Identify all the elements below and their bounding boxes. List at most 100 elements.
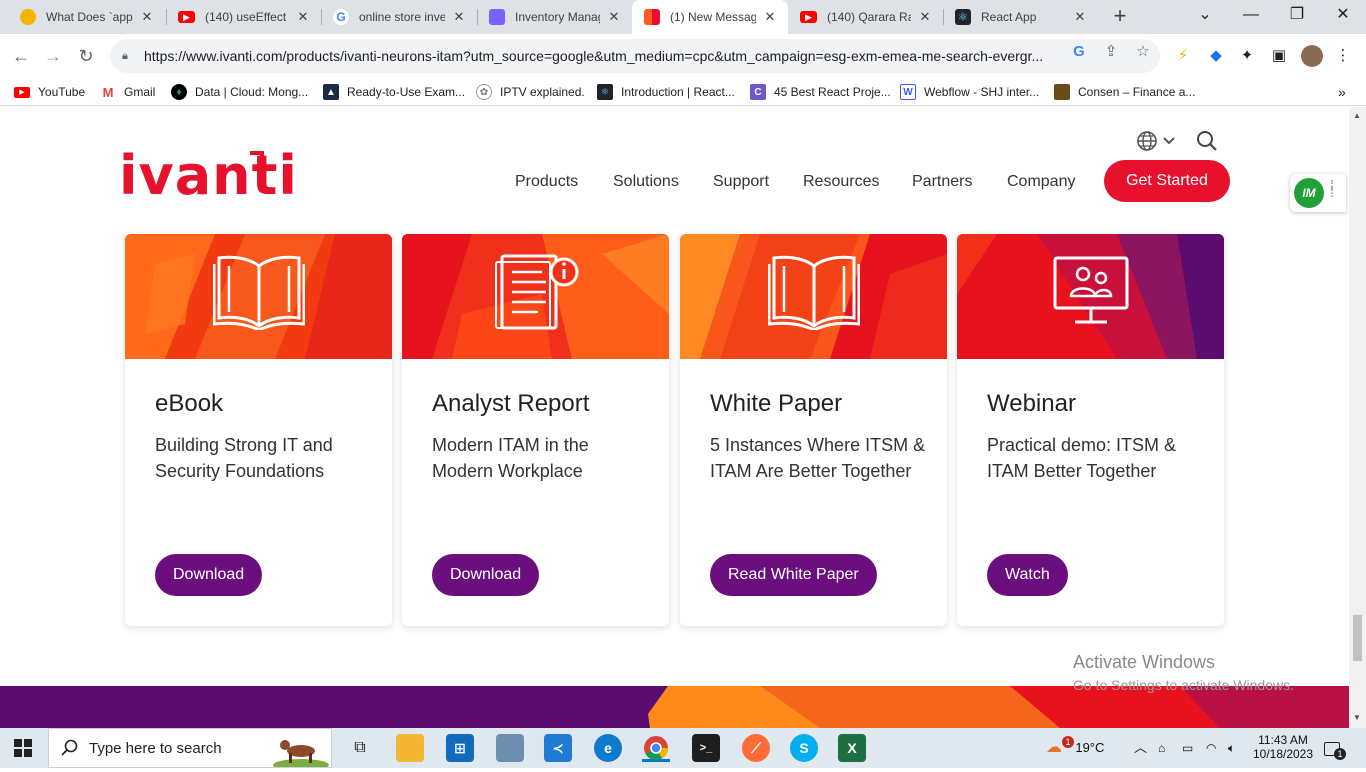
minimize-button[interactable]: —	[1228, 0, 1274, 30]
back-button[interactable]: ←	[8, 43, 34, 69]
nav-solutions[interactable]: Solutions	[613, 173, 679, 191]
vscode-icon[interactable]: ≺	[544, 734, 572, 762]
language-globe-icon[interactable]	[1136, 130, 1182, 157]
network-icon[interactable]: ⌂	[1158, 728, 1165, 768]
bookmark-site-icon	[1054, 84, 1070, 100]
share-icon[interactable]: ⇪	[1101, 42, 1121, 62]
download-button[interactable]: Download	[432, 554, 540, 596]
bookmark-consen[interactable]: Consen – Finance a...	[1054, 82, 1195, 102]
browser-tab[interactable]: ▶ (140) useEffect H ✕	[166, 0, 321, 34]
download-button[interactable]: Download	[155, 554, 263, 596]
nav-products[interactable]: Products	[515, 173, 578, 191]
postman-icon[interactable]: ⟋	[742, 734, 770, 762]
scroll-down-arrow-icon[interactable]: ▼	[1353, 713, 1361, 722]
bookmark-mongodb[interactable]: ♦ Data | Cloud: Mong...	[171, 82, 308, 102]
bookmark-gmail[interactable]: M Gmail	[100, 82, 155, 102]
clock[interactable]: 11:43 AM 10/18/2023	[1252, 728, 1314, 768]
chrome-icon[interactable]	[642, 734, 670, 762]
tab-search-chevron-icon[interactable]: ⌄	[1182, 0, 1228, 30]
bookmark-iptv[interactable]: ✿ IPTV explained.	[476, 82, 585, 102]
read-white-paper-button[interactable]: Read White Paper	[710, 554, 877, 596]
ivanti-logo[interactable]: ivanti	[119, 149, 298, 203]
mongodb-leaf-icon: ♦	[171, 84, 187, 100]
new-tab-button[interactable]: +	[1108, 5, 1132, 29]
lock-icon[interactable]: 🔒︎	[122, 50, 136, 63]
reload-button[interactable]: ↻	[73, 43, 99, 69]
nav-resources[interactable]: Resources	[803, 173, 879, 191]
terminal-icon[interactable]: >_	[692, 734, 720, 762]
card-description: 5 Instances Where ITSM & ITAM Are Better…	[710, 435, 926, 481]
google-lens-icon[interactable]: G	[1069, 42, 1089, 62]
browser-tab-active[interactable]: (1) New Messag ✕	[632, 0, 788, 34]
watch-button[interactable]: Watch	[987, 554, 1068, 596]
restore-button[interactable]: ❐	[1274, 0, 1320, 30]
browser-tab[interactable]: ▶ (140) Qarara Ra ✕	[788, 0, 943, 34]
show-hidden-icons-chevron-icon[interactable]: ︿	[1134, 728, 1147, 768]
nav-partners[interactable]: Partners	[912, 173, 972, 191]
task-view-icon[interactable]: ⧉	[346, 734, 374, 762]
browser-tab[interactable]: G online store inve ✕	[321, 0, 477, 34]
extensions-puzzle-icon[interactable]: ✦	[1237, 46, 1257, 66]
close-tab-icon[interactable]: ✕	[451, 9, 467, 25]
get-started-button[interactable]: Get Started	[1104, 160, 1230, 202]
page-scrollbar[interactable]: ▲ ▼	[1349, 107, 1366, 728]
file-explorer-icon[interactable]	[396, 734, 424, 762]
bookmark-label: IPTV explained.	[500, 85, 585, 99]
extension-bolt-icon[interactable]: ⚡	[1173, 46, 1193, 66]
bookmark-webflow[interactable]: W Webflow - SHJ inter...	[900, 82, 1039, 102]
weather-widget[interactable]: ☁ 1 19°C	[1046, 728, 1104, 768]
side-panel-icon[interactable]: ▣	[1269, 46, 1289, 66]
profile-avatar[interactable]	[1301, 45, 1323, 67]
bookmark-react-intro[interactable]: ⚛ Introduction | React...	[597, 82, 735, 102]
microsoft-store-icon[interactable]: ⊞	[446, 734, 474, 762]
taskbar-search-box[interactable]: Type here to search	[48, 728, 332, 771]
address-bar[interactable]: 🔒︎ https://www.ivanti.com/products/ivant…	[110, 39, 1160, 73]
nav-support[interactable]: Support	[713, 173, 769, 191]
bookmark-ready-to-use[interactable]: ▲ Ready-to-Use Exam...	[323, 82, 465, 102]
close-tab-icon[interactable]: ✕	[917, 9, 933, 25]
wifi-icon[interactable]: ◠	[1206, 728, 1216, 768]
close-tab-icon[interactable]: ✕	[1072, 9, 1088, 25]
search-placeholder: Type here to search	[89, 739, 222, 757]
browser-tab[interactable]: What Does `app ✕	[8, 0, 165, 34]
close-tab-icon[interactable]: ✕	[762, 9, 778, 25]
close-tab-icon[interactable]: ✕	[139, 9, 155, 25]
resource-card-ebook: eBook Building Strong IT and Security Fo…	[125, 234, 392, 626]
edge-icon[interactable]: e	[594, 734, 622, 762]
url-text[interactable]: https://www.ivanti.com/products/ivanti-n…	[144, 48, 1064, 64]
browser-tab[interactable]: Inventory Manag ✕	[477, 0, 632, 34]
bookmark-react-projects[interactable]: C 45 Best React Proje...	[750, 82, 891, 102]
browser-tab[interactable]: ⚛ React App ✕	[943, 0, 1098, 34]
clock-date: 10/18/2023	[1252, 747, 1314, 761]
bookmarks-bar: ▶ YouTube M Gmail ♦ Data | Cloud: Mong..…	[0, 78, 1366, 106]
scroll-up-arrow-icon[interactable]: ▲	[1353, 111, 1361, 120]
volume-icon[interactable]: 🔈︎	[1228, 728, 1235, 768]
extension-shield-icon[interactable]: ◆	[1206, 46, 1226, 66]
close-window-button[interactable]: ✕	[1320, 0, 1366, 30]
scrollbar-thumb[interactable]	[1353, 615, 1362, 661]
search-icon[interactable]	[1196, 130, 1218, 157]
close-tab-icon[interactable]: ✕	[295, 9, 311, 25]
forward-button[interactable]: →	[40, 43, 66, 69]
report-icon	[495, 254, 579, 330]
excel-icon[interactable]: X	[838, 734, 866, 762]
resource-card-white-paper: White Paper 5 Instances Where ITSM & ITA…	[680, 234, 947, 626]
bookmark-star-icon[interactable]: ☆	[1133, 42, 1153, 62]
drag-handle-icon[interactable]: ⁞ ⁞	[1330, 178, 1334, 199]
webpage: ivanti Products Solutions Support Resour…	[0, 107, 1349, 728]
bookmark-youtube[interactable]: ▶ YouTube	[14, 82, 85, 102]
more-menu-icon[interactable]: ⋮	[1333, 46, 1353, 66]
browser-tab-strip: What Does `app ✕ ▶ (140) useEffect H ✕ G…	[0, 0, 1366, 34]
notification-center-icon[interactable]: 1	[1324, 728, 1346, 768]
taskbar-app-icon[interactable]	[496, 734, 524, 762]
close-tab-icon[interactable]: ✕	[606, 9, 622, 25]
skype-icon[interactable]: S	[790, 734, 818, 762]
more-bookmarks-chevron-icon[interactable]: »	[1338, 82, 1346, 102]
battery-icon[interactable]: ▭	[1182, 728, 1193, 768]
floating-extension-badge[interactable]: IM ⁞ ⁞	[1290, 174, 1346, 212]
nav-company[interactable]: Company	[1007, 173, 1075, 191]
tab-title: What Does `app	[46, 10, 133, 24]
card-type-title: eBook	[155, 390, 224, 417]
windows-start-icon[interactable]	[14, 739, 32, 762]
bookmark-label: YouTube	[38, 85, 86, 99]
